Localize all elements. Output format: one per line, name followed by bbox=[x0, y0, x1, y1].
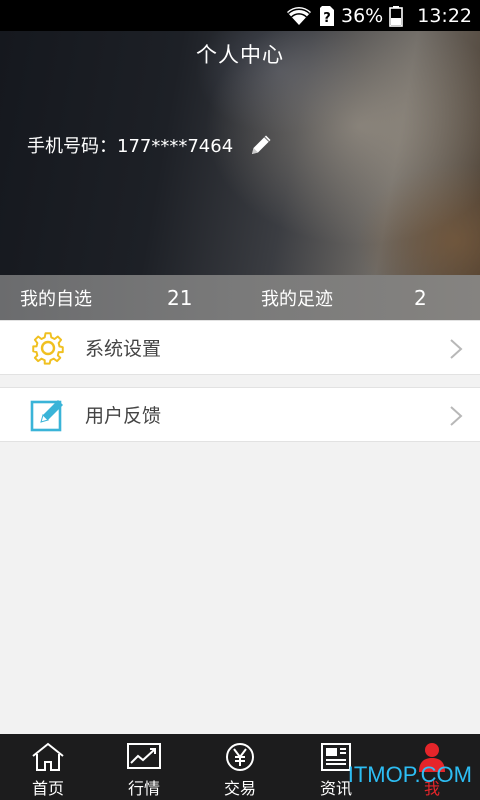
nav-item-trade-label: 交易 bbox=[223, 779, 256, 798]
wifi-icon bbox=[285, 6, 313, 26]
watermark: ITMOP.COM bbox=[347, 762, 472, 787]
footprints-stat[interactable]: 我的足迹 2 bbox=[261, 275, 471, 320]
footprints-label: 我的足迹 bbox=[261, 288, 333, 310]
nav-item-home[interactable]: 首页 bbox=[0, 734, 96, 800]
yuan-icon bbox=[226, 743, 254, 771]
favorites-count: 21 bbox=[167, 285, 193, 310]
gear-icon bbox=[28, 329, 68, 367]
svg-text:?: ? bbox=[323, 11, 331, 26]
clock: 13:22 bbox=[417, 4, 472, 27]
profile-header: 个人中心 手机号码：177****7464 bbox=[0, 31, 480, 275]
chart-icon bbox=[127, 743, 161, 769]
menu-item-feedback[interactable]: 用户反馈 bbox=[0, 387, 480, 442]
nav-item-trade[interactable]: 交易 bbox=[192, 734, 288, 800]
page-title: 个人中心 bbox=[196, 43, 284, 67]
sim-unknown-icon: ? bbox=[319, 5, 335, 27]
phone-number: 手机号码：177****7464 bbox=[27, 136, 234, 157]
chevron-right-icon bbox=[448, 405, 464, 427]
nav-item-market[interactable]: 行情 bbox=[96, 734, 192, 800]
menu-item-settings-label: 系统设置 bbox=[85, 338, 162, 360]
phone-row: 手机号码：177****7464 bbox=[27, 131, 275, 159]
status-bar: ? 36% 13:22 bbox=[0, 0, 480, 31]
chevron-right-icon bbox=[448, 338, 464, 360]
favorites-label: 我的自选 bbox=[20, 288, 92, 310]
battery-percent: 36% bbox=[341, 4, 384, 27]
menu-item-feedback-label: 用户反馈 bbox=[85, 405, 162, 427]
edit-note-icon bbox=[28, 396, 68, 434]
menu-item-settings[interactable]: 系统设置 bbox=[0, 320, 480, 375]
nav-item-market-label: 行情 bbox=[127, 779, 160, 798]
nav-item-home-label: 首页 bbox=[31, 779, 64, 798]
home-icon bbox=[32, 742, 64, 771]
favorites-stat[interactable]: 我的自选 21 bbox=[20, 275, 240, 320]
pencil-icon[interactable] bbox=[247, 131, 275, 159]
battery-icon bbox=[389, 5, 404, 27]
stats-bar: 我的自选 21 我的足迹 2 bbox=[0, 275, 480, 320]
footprints-count: 2 bbox=[414, 285, 427, 310]
